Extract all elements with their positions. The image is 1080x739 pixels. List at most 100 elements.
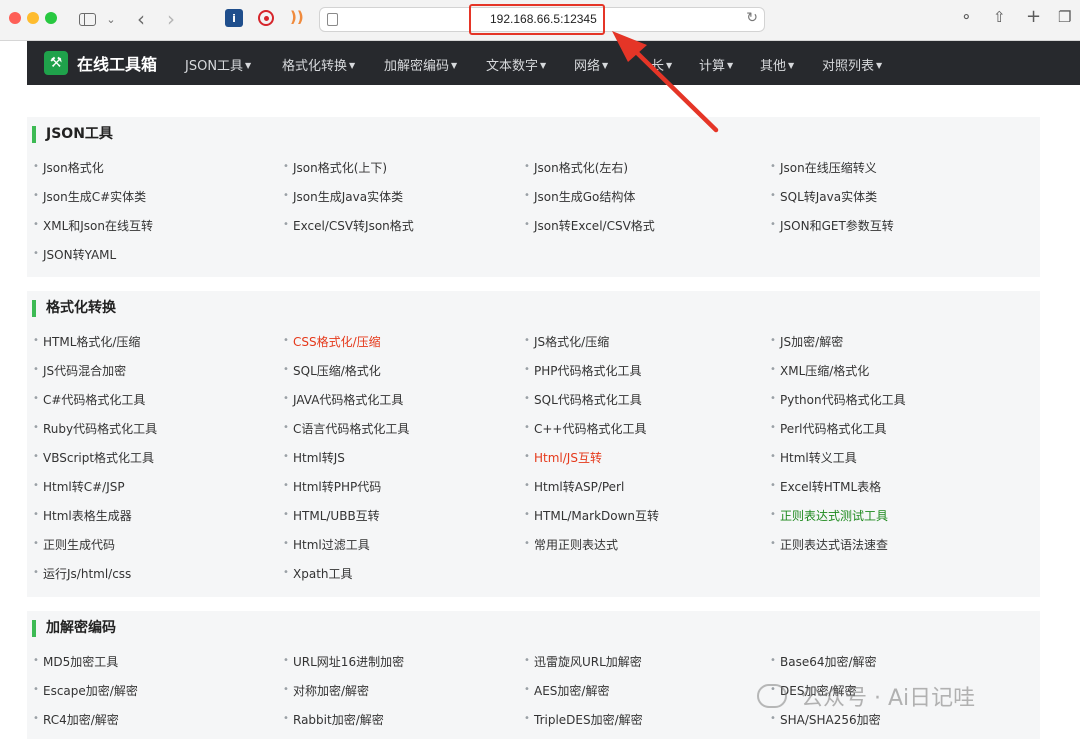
rss-icon[interactable]: )) xyxy=(290,8,304,26)
tool-link[interactable]: C#代码格式化工具 xyxy=(33,391,145,408)
tool-link[interactable]: JS代码混合加密 xyxy=(33,362,126,379)
tool-link[interactable]: Base64加密/解密 xyxy=(770,653,877,670)
tool-link[interactable]: Html转ASP/Perl xyxy=(524,478,624,495)
chevron-down-icon[interactable]: ⌄ xyxy=(104,8,118,30)
tool-link[interactable]: Xpath工具 xyxy=(283,565,352,582)
tool-link[interactable]: URL网址16进制加密 xyxy=(283,653,404,670)
tool-link[interactable]: CSS格式化/压缩 xyxy=(283,333,381,350)
tool-link[interactable]: 正则生成代码 xyxy=(33,536,115,553)
tool-link[interactable]: AES加密/解密 xyxy=(524,682,610,699)
tool-link[interactable]: Html过滤工具 xyxy=(283,536,370,553)
tool-link[interactable]: Python代码格式化工具 xyxy=(770,391,906,408)
tool-link[interactable]: 正则表达式测试工具 xyxy=(770,507,888,524)
tool-link[interactable]: Perl代码格式化工具 xyxy=(770,420,887,437)
tool-link[interactable]: Html表格生成器 xyxy=(33,507,132,524)
tool-link[interactable]: C语言代码格式化工具 xyxy=(283,420,409,437)
tool-row: XML和Json在线互转 Excel/CSV转Json格式 Json转Excel/C… xyxy=(27,217,1040,246)
tool-link[interactable]: JS格式化/压缩 xyxy=(524,333,609,350)
tool-link[interactable]: Json格式化(上下) xyxy=(283,159,387,176)
caret-down-icon: ▼ xyxy=(876,61,883,70)
tool-link[interactable]: Json格式化(左右) xyxy=(524,159,628,176)
tool-link[interactable]: JAVA代码格式化工具 xyxy=(283,391,403,408)
nav-text-number[interactable]: 文本数字 ▼ xyxy=(486,55,546,74)
tool-link[interactable]: XML压缩/格式化 xyxy=(770,362,869,379)
site-navbar: ⚒ 在线工具箱 JSON工具 ▼ 格式化转换 ▼ 加解密编码 ▼ 文本数字 ▼ 网络 ▼ … xyxy=(27,41,1080,85)
reload-icon[interactable]: ↻ xyxy=(746,10,758,26)
caret-down-icon: ▼ xyxy=(451,61,458,70)
section-title: JSON工具 xyxy=(32,126,113,143)
extension-icon[interactable]: i xyxy=(225,9,243,27)
nav-encrypt-encode[interactable]: 加解密编码 ▼ xyxy=(384,55,457,74)
tool-link[interactable]: SHA/SHA256加密 xyxy=(770,711,881,728)
tool-link[interactable]: 对称加密/解密 xyxy=(283,682,369,699)
nav-other[interactable]: 其他 ▼ xyxy=(760,55,794,74)
tool-link[interactable]: Html转C#/JSP xyxy=(33,478,125,495)
new-tab-icon[interactable]: + xyxy=(1026,6,1041,27)
forward-icon[interactable]: › xyxy=(162,7,180,31)
tool-link[interactable]: XML和Json在线互转 xyxy=(33,217,153,234)
tool-link[interactable]: Escape加密/解密 xyxy=(33,682,138,699)
tool-link[interactable]: SQL压缩/格式化 xyxy=(283,362,381,379)
tool-grid: Json格式化Json格式化(上下)Json格式化(左右)Json在线压缩转义J… xyxy=(27,159,1040,275)
tool-link[interactable]: SQL代码格式化工具 xyxy=(524,391,642,408)
tool-row: Json格式化 Json格式化(上下) Json格式化(左右) Json在线压缩转义 xyxy=(27,159,1040,188)
section-encrypt-encode: 加解密编码 MD5加密工具 URL网址16进制加密 迅雷旋风URL加解密 Base64… xyxy=(27,611,1040,739)
tool-link[interactable]: Json生成C#实体类 xyxy=(33,188,146,205)
tool-link[interactable]: Json转Excel/CSV格式 xyxy=(524,217,655,234)
download-icon[interactable]: ⚬ xyxy=(960,8,973,26)
nav-label: 其他 xyxy=(760,59,787,74)
share-icon[interactable]: ⇧ xyxy=(993,8,1006,26)
tool-link[interactable]: RC4加密/解密 xyxy=(33,711,119,728)
tool-link[interactable]: Json生成Java实体类 xyxy=(283,188,403,205)
nav-label: 加解密编码 xyxy=(384,59,450,74)
tool-link[interactable]: 迅雷旋风URL加解密 xyxy=(524,653,642,670)
tool-link[interactable]: MD5加密工具 xyxy=(33,653,118,670)
close-window-icon[interactable] xyxy=(9,12,21,24)
tool-link[interactable]: HTML格式化/压缩 xyxy=(33,333,140,350)
wechat-icon xyxy=(757,684,787,708)
tool-link[interactable]: HTML/UBB互转 xyxy=(283,507,380,524)
minimize-window-icon[interactable] xyxy=(27,12,39,24)
tool-link[interactable]: Rabbit加密/解密 xyxy=(283,711,384,728)
tool-link[interactable]: TripleDES加密/解密 xyxy=(524,711,643,728)
tabs-overview-icon[interactable]: ❐ xyxy=(1058,8,1071,26)
record-extension-icon[interactable] xyxy=(258,10,274,26)
tool-link[interactable]: Html转义工具 xyxy=(770,449,857,466)
tool-link[interactable]: 正则表达式语法速查 xyxy=(770,536,888,553)
tool-link[interactable]: 常用正则表达式 xyxy=(524,536,618,553)
tool-link[interactable]: Excel转HTML表格 xyxy=(770,478,881,495)
tool-link[interactable]: JSON转YAML xyxy=(33,246,116,263)
tool-link[interactable]: Html转PHP代码 xyxy=(283,478,381,495)
tool-row: JSON转YAML xyxy=(27,246,1040,275)
section-title: 格式化转换 xyxy=(32,300,116,317)
nav-label: 计算 xyxy=(699,59,726,74)
zoom-window-icon[interactable] xyxy=(45,12,57,24)
tool-row: HTML格式化/压缩 CSS格式化/压缩 JS格式化/压缩 JS加密/解密 xyxy=(27,333,1040,362)
nav-calculate[interactable]: 计算 ▼ xyxy=(699,55,733,74)
nav-partial[interactable]: 长 ▼ xyxy=(651,55,672,74)
tool-link[interactable]: Html/JS互转 xyxy=(524,449,602,466)
tool-link[interactable]: HTML/MarkDown互转 xyxy=(524,507,659,524)
tool-link[interactable]: Json生成Go结构体 xyxy=(524,188,635,205)
tool-link[interactable]: 运行Js/html/css xyxy=(33,565,131,582)
tool-link[interactable]: Json在线压缩转义 xyxy=(770,159,877,176)
tool-link[interactable]: Html转JS xyxy=(283,449,345,466)
brand[interactable]: ⚒ 在线工具箱 xyxy=(44,51,157,75)
sidebar-icon[interactable] xyxy=(76,8,98,30)
caret-down-icon: ▼ xyxy=(788,61,795,70)
tool-link[interactable]: SQL转Java实体类 xyxy=(770,188,877,205)
nav-json-tools[interactable]: JSON工具 ▼ xyxy=(185,55,251,74)
tool-link[interactable]: Json格式化 xyxy=(33,159,104,176)
tool-link[interactable]: Ruby代码格式化工具 xyxy=(33,420,157,437)
tool-link[interactable]: VBScript格式化工具 xyxy=(33,449,154,466)
tool-link[interactable]: C++代码格式化工具 xyxy=(524,420,646,437)
tool-row: 运行Js/html/css Xpath工具 xyxy=(27,565,1040,594)
nav-network[interactable]: 网络 ▼ xyxy=(574,55,608,74)
back-icon[interactable]: ‹ xyxy=(132,7,150,31)
tool-link[interactable]: JS加密/解密 xyxy=(770,333,843,350)
tool-link[interactable]: PHP代码格式化工具 xyxy=(524,362,641,379)
tool-link[interactable]: JSON和GET参数互转 xyxy=(770,217,894,234)
nav-reference-list[interactable]: 对照列表 ▼ xyxy=(822,55,882,74)
nav-format-convert[interactable]: 格式化转换 ▼ xyxy=(282,55,355,74)
tool-link[interactable]: Excel/CSV转Json格式 xyxy=(283,217,414,234)
